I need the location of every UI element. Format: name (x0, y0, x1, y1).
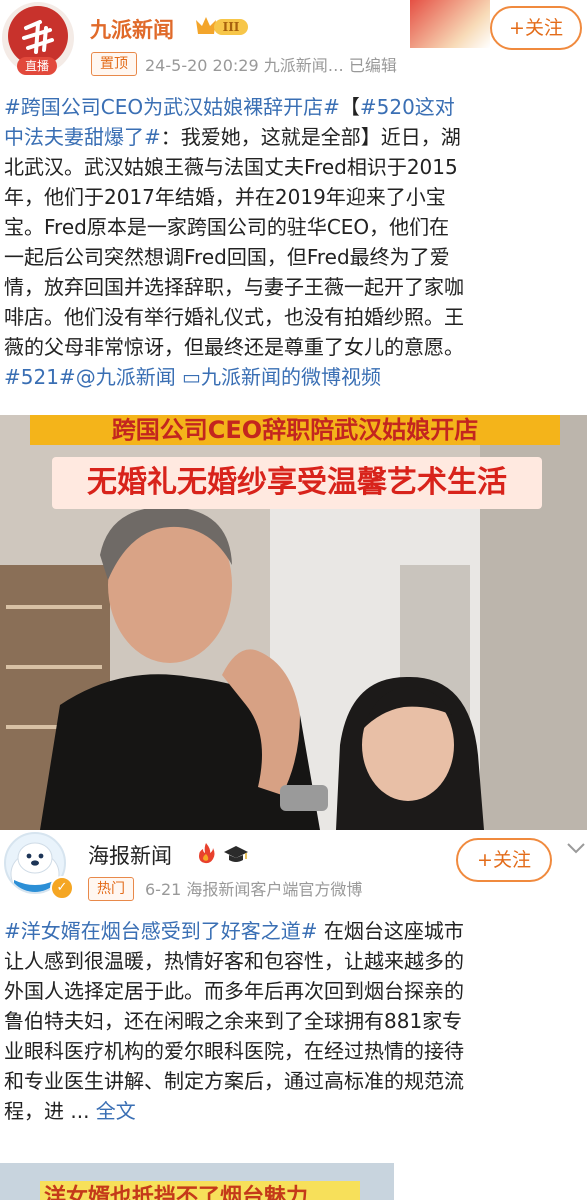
post-text-line: 啡店。他们没有举行婚礼仪式，也没有拍婚纱照。王 (4, 302, 582, 332)
post-text: 情，放弃回国并选择辞职，与妻子王薇一起开了家咖 (4, 275, 464, 299)
hashtag-link[interactable]: #521#@九派新闻 (4, 365, 182, 389)
post-image[interactable]: 洋女婿也抵挡不了烟台魅力 (0, 1163, 394, 1200)
post-body: #跨国公司CEO为武汉姑娘裸辞开店#【#520这对 中法夫妻甜爆了#：我爱她，这就… (4, 92, 582, 392)
hashtag-link[interactable]: #跨国公司CEO为武汉姑娘裸辞开店# (4, 95, 340, 119)
post-text: 薇的父母非常惊讶，但最终还是尊重了女儿的意愿。 (4, 335, 464, 359)
video-caption-top: 跨国公司CEO辞职陪武汉姑娘开店 (111, 416, 479, 444)
follow-button[interactable]: +关注 (490, 6, 582, 50)
hashtag-link[interactable]: 中法夫妻甜爆了# (4, 125, 161, 149)
post-body: #洋女婿在烟台感受到了好客之道# 在烟台这座城市让人感到很温暖，热情好客和包容性… (4, 916, 584, 1126)
fire-icon (199, 843, 215, 864)
graduation-cap-icon (224, 846, 248, 862)
post-text-line: 程，进 ... 全文 (4, 1096, 584, 1126)
hashtag-link[interactable]: #520这对 (360, 95, 455, 119)
verified-icon: ✓ (50, 876, 74, 900)
post-text-line: 中法夫妻甜爆了#：我爱她，这就是全部】近日，湖 (4, 122, 582, 152)
post-text-line: 情，放弃回国并选择辞职，与妻子王薇一起开了家咖 (4, 272, 582, 302)
post-text: 鲁伯特夫妇，还在闲暇之余来到了全球拥有881家专 (4, 1009, 463, 1033)
post-text-line: #521#@九派新闻 ▭九派新闻的微博视频 (4, 362, 582, 392)
more-icon[interactable] (566, 842, 586, 854)
hashtag-link[interactable]: ▭九派新闻的微博视频 (182, 365, 381, 389)
post-text: 【 (339, 95, 360, 119)
hashtag-link[interactable]: #洋女婿在烟台感受到了好客之道# (4, 919, 318, 943)
post-text-line: 北武汉。武汉姑娘王薇与法国丈夫Fred相识于2015 (4, 152, 582, 182)
post-text-line: 鲁伯特夫妇，还在闲暇之余来到了全球拥有881家专 (4, 1006, 584, 1036)
post-text: 一起后公司突然想调Fred回国，但Fred最终为了爱 (4, 245, 450, 269)
post-text-line: 外国人选择定居于此。而多年后再次回到烟台探亲的 (4, 976, 584, 1006)
author-name[interactable]: 海报新闻 (88, 840, 172, 870)
vip-crown-icon: III (196, 17, 248, 35)
vip-level: III (223, 20, 240, 34)
post-text: 让人感到很温暖，热情好客和包容性，让越来越多的 (4, 949, 464, 973)
hashtag-link[interactable]: 全文 (96, 1099, 136, 1123)
image-caption: 洋女婿也抵挡不了烟台魅力 (44, 1185, 309, 1200)
follow-button[interactable]: +关注 (456, 838, 552, 882)
post-meta: 6-21 海报新闻客户端官方微博 (145, 880, 363, 899)
live-badge: 直播 (17, 57, 57, 75)
post-text-line: #跨国公司CEO为武汉姑娘裸辞开店#【#520这对 (4, 92, 582, 122)
post-text: 北武汉。武汉姑娘王薇与法国丈夫Fred相识于2015 (4, 155, 458, 179)
post-text-line: 让人感到很温暖，热情好客和包容性，让越来越多的 (4, 946, 584, 976)
post-text-line: #洋女婿在烟台感受到了好客之道# 在烟台这座城市 (4, 916, 584, 946)
hot-tag: 热门 (88, 877, 134, 901)
post-text-line: 年，他们于2017年结婚，并在2019年迎来了小宝 (4, 182, 582, 212)
post-text-line: 一起后公司突然想调Fred回国，但Fred最终为了爱 (4, 242, 582, 272)
post-text-line: 业眼科医疗机构的爱尔眼科医院，在经过热情的接待 (4, 1036, 584, 1066)
post-text-line: 和专业医生讲解、制定方案后，通过高标准的规范流 (4, 1066, 584, 1096)
post-text: 宝。Fred原本是一家跨国公司的驻华CEO，他们在 (4, 215, 450, 239)
post-text: 程，进 ... (4, 1099, 96, 1123)
post-meta: 24-5-20 20:29 九派新闻… 已编辑 (145, 56, 397, 75)
video-caption-main: 无婚礼无婚纱享受温馨艺术生活 (87, 465, 507, 500)
post-text: 业眼科医疗机构的爱尔眼科医院，在经过热情的接待 (4, 1039, 464, 1063)
pinned-tag: 置顶 (91, 52, 137, 76)
post-video-thumbnail[interactable]: 跨国公司CEO辞职陪武汉姑娘开店 无婚礼无婚纱享受温馨艺术生活 (0, 415, 587, 830)
post-text: 啡店。他们没有举行婚礼仪式，也没有拍婚纱照。王 (4, 305, 464, 329)
post-text: 外国人选择定居于此。而多年后再次回到烟台探亲的 (4, 979, 464, 1003)
header-decoration (410, 0, 490, 48)
post-text: ：我爱她，这就是全部】近日，湖 (160, 125, 461, 149)
post-text: 在烟台这座城市 (317, 919, 464, 943)
post-text-line: 宝。Fred原本是一家跨国公司的驻华CEO，他们在 (4, 212, 582, 242)
post-text-line: 薇的父母非常惊讶，但最终还是尊重了女儿的意愿。 (4, 332, 582, 362)
jiupai-logo-icon (22, 20, 54, 54)
post-text: 年，他们于2017年结婚，并在2019年迎来了小宝 (4, 185, 446, 209)
post-text: 和专业医生讲解、制定方案后，通过高标准的规范流 (4, 1069, 464, 1093)
author-name[interactable]: 九派新闻 (90, 14, 174, 44)
